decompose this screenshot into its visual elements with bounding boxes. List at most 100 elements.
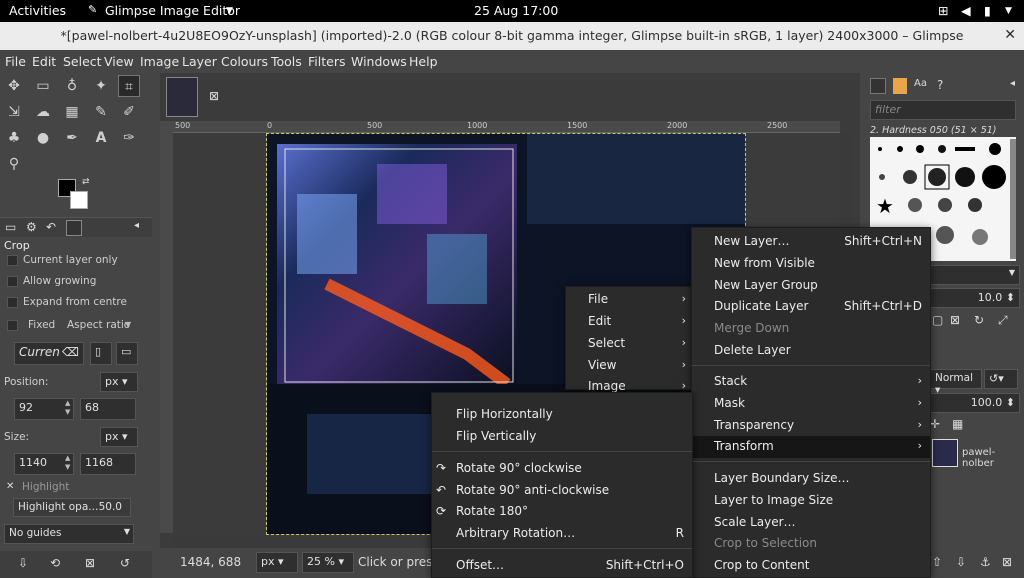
system-menu-icon[interactable]: ▼ — [1005, 6, 1012, 16]
fixed-checkbox[interactable] — [7, 320, 18, 331]
main-menu-item[interactable]: Select › — [566, 333, 694, 355]
window-titlebar[interactable]: *[pawel-nolbert-4u2U8EO9OzY-unsplash] (i… — [0, 22, 1024, 50]
allow-growing-checkbox[interactable] — [7, 276, 18, 287]
clear-icon[interactable]: ⌫ — [62, 345, 79, 359]
tool-options-icon[interactable]: ▭ — [5, 220, 16, 234]
brush-filter-input[interactable]: filter — [870, 100, 1016, 120]
layer-mode-select[interactable]: Normal ▾ — [930, 369, 982, 396]
layer-menu-item[interactable]: Delete Layer — [692, 340, 930, 362]
text-tool-icon[interactable]: A — [90, 127, 112, 149]
position-y-field[interactable]: 68 — [80, 398, 136, 420]
help-icon[interactable]: ? — [937, 78, 943, 92]
refresh-brushes-icon[interactable]: ↻ — [974, 313, 984, 327]
menu-filters[interactable]: Filters — [308, 54, 345, 69]
mode-extra-select[interactable]: ↺▾ — [984, 369, 1018, 389]
layer-menu-item[interactable]: Transform › — [692, 436, 930, 458]
smudge-icon[interactable]: ● — [32, 127, 54, 149]
zoom-icon[interactable]: ⚲ — [3, 153, 25, 175]
lasso-icon[interactable]: ♁ — [61, 75, 83, 97]
spin-arrows-icon[interactable]: ▲ ▼ — [65, 454, 70, 472]
close-image-tab-icon[interactable]: ⊠ — [209, 89, 219, 103]
undo-history-icon[interactable]: ↶ — [46, 220, 56, 234]
app-menu[interactable]: Glimpse Image Editor — [105, 3, 240, 18]
size-unit-select[interactable]: px ▾ — [100, 427, 138, 447]
crop-tool-icon[interactable]: ⌗ — [118, 75, 140, 97]
transform-menu-item[interactable]: Flip Vertically — [432, 426, 692, 448]
brush-extra-icon[interactable]: ⤢ — [998, 313, 1008, 328]
transform-menu-item[interactable]: Flip Horizontally — [432, 404, 692, 426]
brush-scrollbar[interactable] — [1010, 139, 1016, 259]
fuzzy-select-icon[interactable]: ✦ — [90, 75, 112, 97]
layer-menu-item[interactable]: New Layer Group — [692, 275, 930, 297]
aspect-ratio-select[interactable]: Aspect ratio — [67, 319, 130, 331]
bucket-fill-icon[interactable]: ▦ — [61, 101, 83, 123]
paths-icon[interactable]: ✒ — [61, 127, 83, 149]
current-layer-checkbox[interactable] — [7, 255, 18, 266]
patterns-tab-icon[interactable] — [893, 78, 907, 94]
layer-menu-item[interactable]: New from Visible — [692, 253, 930, 275]
images-icon[interactable] — [66, 220, 82, 236]
transform-menu-item[interactable]: ⟳ Rotate 180° — [432, 501, 692, 523]
layer-menu-item[interactable]: Layer to Image Size — [692, 490, 930, 512]
zoom-select[interactable]: 25 % ▾ — [302, 552, 354, 573]
delete-options-icon[interactable]: ⊠ — [85, 556, 95, 570]
lock-position-icon[interactable]: ✛ — [930, 417, 940, 431]
menu-view[interactable]: View — [104, 54, 134, 69]
fonts-tab-icon[interactable]: Aa — [914, 78, 927, 89]
eraser-icon[interactable]: ✐ — [118, 101, 140, 123]
menu-image[interactable]: Image — [140, 54, 179, 69]
menu-colours[interactable]: Colours — [221, 54, 268, 69]
close-icon[interactable]: ✕ — [1004, 27, 1016, 43]
menu-file[interactable]: File — [5, 54, 26, 69]
position-unit-select[interactable]: px ▾ — [100, 372, 138, 392]
battery-icon[interactable]: ▮ — [984, 3, 991, 18]
main-menu-item[interactable]: File › — [566, 289, 694, 311]
reset-options-icon[interactable]: ↺ — [120, 556, 130, 570]
unified-transform-icon[interactable]: ⇲ — [3, 101, 25, 123]
main-menu-item[interactable]: View › — [566, 355, 694, 377]
main-menu-item[interactable]: Edit › — [566, 311, 694, 333]
transform-menu-item[interactable]: ↷ Rotate 90° clockwise — [432, 458, 692, 480]
background-color[interactable] — [70, 191, 88, 209]
transform-menu-item[interactable]: Arbitrary Rotation… R — [432, 523, 692, 545]
layer-menu-item[interactable]: New Layer… Shift+Ctrl+N — [692, 231, 930, 253]
layer-menu-item[interactable]: Layer Boundary Size… — [692, 468, 930, 490]
landscape-button[interactable]: ▭ — [116, 342, 138, 365]
swap-colors-icon[interactable]: ⇄ — [82, 177, 90, 187]
device-status-icon[interactable]: ⚙ — [26, 220, 37, 234]
tab-menu-icon[interactable]: ◂ — [134, 220, 139, 231]
menu-select[interactable]: Select — [63, 54, 102, 69]
expand-centre-checkbox[interactable] — [7, 297, 18, 308]
activities-button[interactable]: Activities — [9, 3, 66, 18]
spin-arrows-icon[interactable]: ▲ ▼ — [65, 399, 70, 417]
layer-up-icon[interactable]: ⇧ — [932, 555, 942, 569]
network-icon[interactable]: ⊞ — [938, 3, 948, 18]
delete-layer-icon[interactable]: ⊠ — [1002, 555, 1012, 569]
opacity-field[interactable]: 100.0 ⬍ — [930, 393, 1020, 413]
brushes-tab-icon[interactable] — [870, 78, 886, 94]
paintbrush-icon[interactable]: ✎ — [90, 101, 112, 123]
transform-menu-item[interactable]: ↶ Rotate 90° anti-clockwise — [432, 480, 692, 502]
color-picker-icon[interactable]: ✑ — [118, 127, 140, 149]
menu-edit[interactable]: Edit — [32, 54, 56, 69]
layer-menu-item[interactable]: Scale Layer… — [692, 512, 930, 534]
layer-menu-item[interactable]: Crop to Content — [692, 555, 930, 577]
edit-brush-icon[interactable]: ▢ — [932, 313, 943, 327]
restore-options-icon[interactable]: ⟲ — [50, 556, 60, 570]
menu-windows[interactable]: Windows — [351, 54, 407, 69]
clone-icon[interactable]: ♣ — [3, 127, 25, 149]
layer-down-icon[interactable]: ⇩ — [956, 555, 966, 569]
image-tab-thumbnail[interactable] — [166, 77, 198, 117]
volume-icon[interactable]: ◀ — [961, 3, 971, 18]
layer-name[interactable]: pawel-nolber — [962, 447, 1024, 469]
delete-brush-icon[interactable]: ⊠ — [950, 313, 960, 327]
menu-tools[interactable]: Tools — [271, 54, 302, 69]
highlight-opacity-slider[interactable]: Highlight opa... 50.0 — [13, 498, 131, 517]
layer-menu-item[interactable]: Stack › — [692, 371, 930, 393]
rect-select-icon[interactable]: ▭ — [32, 75, 54, 97]
save-options-icon[interactable]: ⇩ — [18, 556, 28, 570]
lock-alpha-icon[interactable]: ▦ — [952, 417, 963, 431]
layer-menu-item[interactable]: Duplicate Layer Shift+Ctrl+D — [692, 296, 930, 318]
transform-menu-item[interactable]: Offset… Shift+Ctrl+O — [432, 555, 692, 577]
menu-help[interactable]: Help — [409, 54, 438, 69]
